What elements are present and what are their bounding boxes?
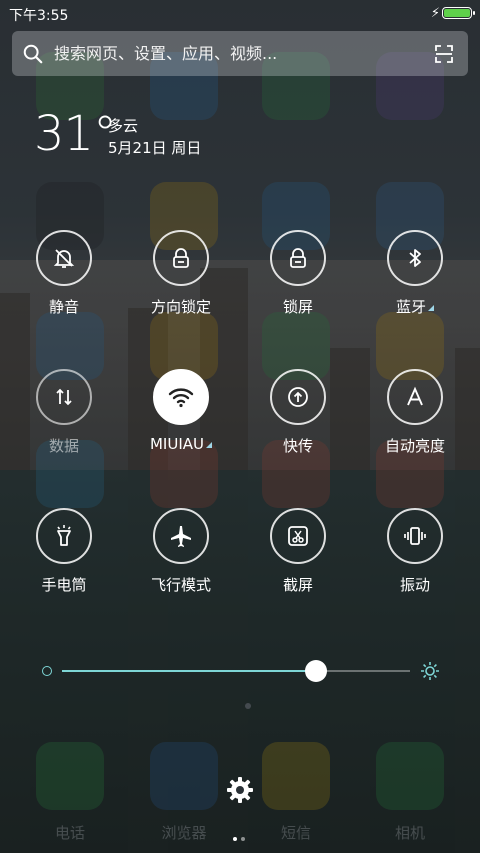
- toggle-label: 快传: [282, 437, 313, 455]
- data-arrows-icon: [56, 388, 72, 406]
- brightness-high-icon: [421, 662, 439, 680]
- toggle-button[interactable]: [270, 369, 326, 425]
- auto-brightness-icon: [407, 386, 423, 406]
- toggle-label: 方向锁定: [150, 298, 211, 316]
- status-bar: 下午3:55 ⚡: [0, 0, 480, 28]
- scan-icon[interactable]: [434, 44, 454, 64]
- battery-icon: [442, 7, 475, 19]
- toggle-flashlight[interactable]: 手电筒: [14, 508, 114, 595]
- battery-fill: [444, 9, 470, 17]
- toggle-label: 手电筒: [41, 576, 87, 594]
- page-indicator: [231, 826, 247, 845]
- toggle-vibrate[interactable]: 振动: [365, 508, 465, 595]
- toggle-button[interactable]: [270, 508, 326, 564]
- bluetooth-icon: [409, 249, 421, 267]
- brightness-fill: [62, 670, 317, 672]
- toggle-label: 蓝牙: [365, 296, 465, 317]
- toggle-button[interactable]: [270, 230, 326, 286]
- toggle-mobile-data[interactable]: 数据: [14, 369, 114, 456]
- toggle-label: 飞行模式: [150, 576, 211, 594]
- status-time: 下午3:55: [9, 8, 69, 24]
- page-dot: [233, 837, 237, 841]
- toggle-button[interactable]: [387, 230, 443, 286]
- search-bar[interactable]: 搜索网页、设置、应用、视频...: [12, 31, 468, 76]
- toggle-quick-transfer[interactable]: 快传: [248, 369, 348, 456]
- charging-icon: ⚡: [430, 6, 440, 21]
- toggle-label: 振动: [399, 576, 430, 594]
- lock-screen-icon: [290, 248, 306, 268]
- toggle-lock-screen[interactable]: 锁屏: [248, 230, 348, 317]
- toggle-label: MIUIAU: [131, 435, 231, 453]
- toggle-label: 数据: [48, 437, 79, 455]
- toggle-label: 锁屏: [282, 298, 313, 316]
- toggle-label: 静音: [48, 298, 79, 316]
- page-dot: [241, 837, 245, 841]
- more-options-indicator: [428, 305, 434, 311]
- more-options-indicator: [206, 442, 212, 448]
- brightness-low-icon: [42, 666, 52, 676]
- weather-condition: 多云: [108, 117, 139, 135]
- search-icon: [23, 44, 43, 64]
- toggle-button[interactable]: [153, 369, 209, 425]
- battery-nub: [473, 11, 475, 15]
- toggle-auto-brightness[interactable]: 自动亮度: [365, 369, 465, 456]
- brightness-track[interactable]: [62, 660, 410, 682]
- toggle-button[interactable]: [36, 369, 92, 425]
- quick-transfer-icon: [288, 387, 308, 407]
- toggle-button[interactable]: [36, 230, 92, 286]
- toggle-screenshot[interactable]: 截屏: [248, 508, 348, 595]
- screenshot-icon: [288, 526, 308, 546]
- weather-date: 5月21日 周日: [108, 139, 202, 157]
- flashlight-icon: [57, 525, 71, 546]
- brightness-slider[interactable]: [0, 655, 480, 687]
- toggle-button[interactable]: [387, 369, 443, 425]
- toggle-button[interactable]: [153, 508, 209, 564]
- toggle-airplane-mode[interactable]: 飞行模式: [131, 508, 231, 595]
- search-input[interactable]: 搜索网页、设置、应用、视频...: [54, 31, 414, 76]
- toggle-label: 截屏: [282, 576, 313, 594]
- vibrate-icon: [404, 527, 426, 545]
- wifi-icon: [168, 388, 194, 408]
- toggle-button[interactable]: [387, 508, 443, 564]
- settings-gear-icon[interactable]: [224, 774, 256, 806]
- weather-temperature[interactable]: 31°: [34, 106, 117, 162]
- brightness-thumb[interactable]: [305, 660, 328, 682]
- toggle-button[interactable]: [36, 508, 92, 564]
- airplane-icon: [171, 526, 191, 547]
- toggle-button[interactable]: [153, 230, 209, 286]
- bell-off-icon: [53, 249, 75, 268]
- toggle-orientation-lock[interactable]: 方向锁定: [131, 230, 231, 317]
- toggle-silent[interactable]: 静音: [14, 230, 114, 317]
- toggle-label: 自动亮度: [384, 437, 445, 455]
- toggle-bluetooth[interactable]: 蓝牙: [365, 230, 465, 317]
- orientation-lock-icon: [173, 248, 189, 268]
- toggle-wifi[interactable]: MIUIAU: [131, 369, 231, 453]
